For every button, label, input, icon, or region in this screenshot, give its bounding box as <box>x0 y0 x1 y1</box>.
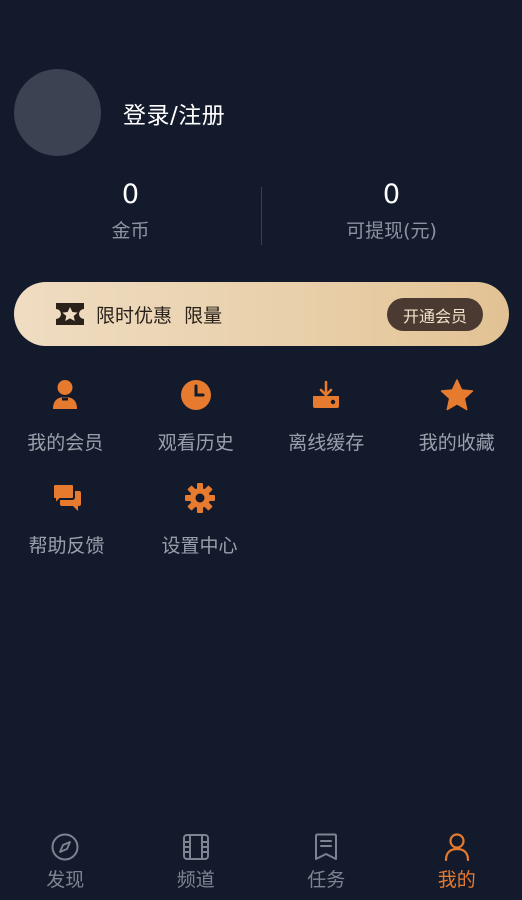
avatar[interactable] <box>14 69 101 156</box>
task-icon <box>311 832 341 862</box>
profile-screen: 登录/注册 0 金币 0 可提现(元) 限时优惠 限量 开通会员 我的会员 观看… <box>0 0 522 900</box>
clock-icon <box>176 375 216 415</box>
menu-item-label: 设置中心 <box>161 535 238 557</box>
tab-label: 频道 <box>176 869 215 891</box>
menu-item-label: 观看历史 <box>157 432 234 454</box>
vip-promo-banner[interactable]: 限时优惠 限量 开通会员 <box>14 282 509 346</box>
tab-discover[interactable]: 发现 <box>0 815 131 900</box>
ticket-star-icon <box>54 301 86 327</box>
profile-header[interactable]: 登录/注册 <box>14 69 225 156</box>
withdrawable-stat[interactable]: 0 可提现(元) <box>261 178 522 248</box>
menu-item-favorites[interactable]: 我的收藏 <box>392 375 522 478</box>
gear-icon <box>180 478 220 518</box>
menu-item-settings[interactable]: 设置中心 <box>133 478 266 581</box>
feature-menu: 我的会员 观看历史 离线缓存 我的收藏 帮助反馈 设置中心 <box>0 375 522 581</box>
tab-mine[interactable]: 我的 <box>392 815 522 900</box>
chat-icon <box>47 478 87 518</box>
menu-row: 帮助反馈 设置中心 <box>0 478 522 581</box>
menu-row: 我的会员 观看历史 离线缓存 我的收藏 <box>0 375 522 478</box>
withdrawable-label: 可提现(元) <box>346 220 437 242</box>
coins-label: 金币 <box>111 220 150 242</box>
menu-item-label: 我的会员 <box>27 432 104 454</box>
tab-label: 我的 <box>437 869 476 891</box>
compass-icon <box>50 832 80 862</box>
bottom-tab-bar: 发现 频道 任务 我的 <box>0 815 522 900</box>
download-icon <box>306 375 346 415</box>
menu-item-label: 帮助反馈 <box>28 535 105 557</box>
film-icon <box>181 832 211 862</box>
menu-item-offline-cache[interactable]: 离线缓存 <box>261 375 392 478</box>
user-icon <box>45 375 85 415</box>
menu-item-my-vip[interactable]: 我的会员 <box>0 375 131 478</box>
tab-tasks[interactable]: 任务 <box>261 815 392 900</box>
login-register-link[interactable]: 登录/注册 <box>123 96 225 130</box>
withdrawable-value: 0 <box>382 179 401 210</box>
menu-item-watch-history[interactable]: 观看历史 <box>131 375 262 478</box>
account-stats: 0 金币 0 可提现(元) <box>0 178 522 248</box>
tab-channel[interactable]: 频道 <box>131 815 262 900</box>
stats-divider <box>261 187 262 245</box>
menu-item-help-feedback[interactable]: 帮助反馈 <box>0 478 133 581</box>
star-icon <box>437 375 477 415</box>
menu-item-label: 离线缓存 <box>288 432 365 454</box>
person-icon <box>442 832 472 862</box>
vip-promo-text: 限时优惠 限量 <box>96 304 223 327</box>
open-vip-button[interactable]: 开通会员 <box>386 298 483 331</box>
coins-stat[interactable]: 0 金币 <box>0 178 261 248</box>
coins-value: 0 <box>121 179 140 210</box>
menu-item-label: 我的收藏 <box>418 432 495 454</box>
tab-label: 任务 <box>307 869 346 891</box>
tab-label: 发现 <box>46 869 85 891</box>
